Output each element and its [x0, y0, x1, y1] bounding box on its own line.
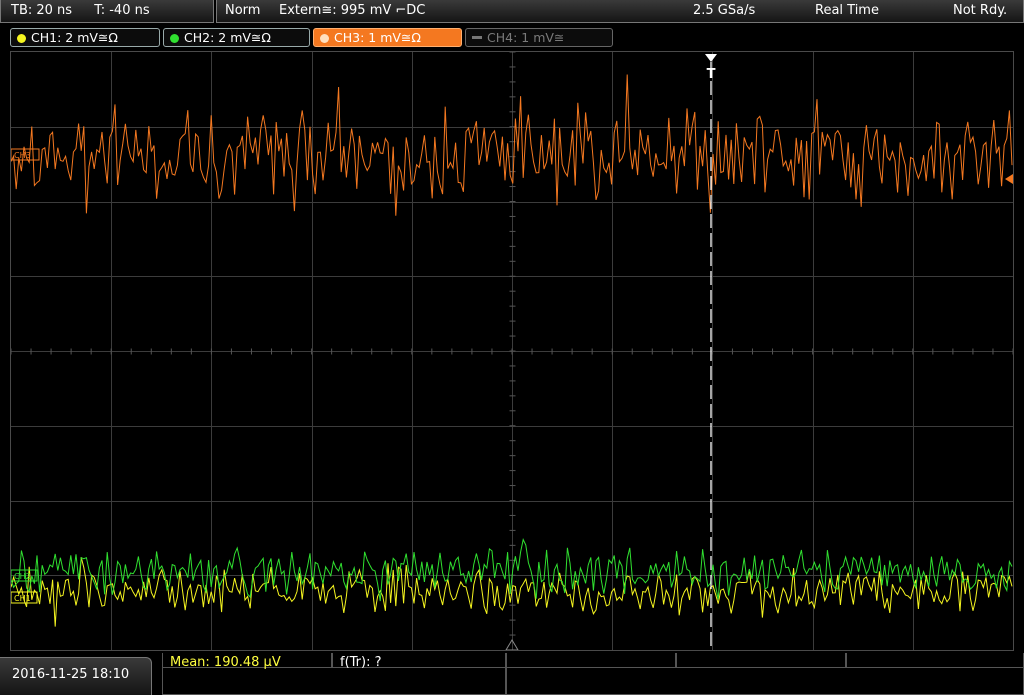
trigger-arrow-icon[interactable]: [705, 54, 717, 62]
trigger-offset-value: T: -40 ns: [94, 3, 150, 18]
channel-3-marker-label: CH3: [14, 151, 31, 160]
measurement-panel[interactable]: Mean: 190.48 µV f(Tr): ?: [162, 653, 1024, 695]
date-time: 2016-11-25 18:10: [0, 657, 152, 695]
waveform-canvas: T CH3 CH2 CH1: [11, 52, 1013, 650]
channel-4-button[interactable]: CH4: 1 mV≅: [465, 28, 613, 47]
status-bar: TB: 20 ns T: -40 ns Norm Extern≅: 995 mV…: [0, 0, 1024, 24]
mean-measurement: Mean: 190.48 µV: [170, 655, 281, 670]
channel-3-label: CH3: 1 mV≅Ω: [334, 30, 421, 45]
timebase-panel[interactable]: TB: 20 ns T: -40 ns: [0, 0, 214, 23]
waveform-display[interactable]: T CH3 CH2 CH1: [10, 51, 1014, 651]
trigger-source: Extern≅: 995 mV ⌐DC: [279, 3, 426, 18]
channel-2-label: CH2: 2 mV≅Ω: [184, 30, 271, 45]
channel-1-label: CH1: 2 mV≅Ω: [31, 30, 118, 45]
channel-2-button[interactable]: CH2: 2 mV≅Ω: [163, 28, 310, 47]
trigger-frequency-measurement: f(Tr): ?: [340, 655, 382, 670]
trigger-mode: Norm: [225, 3, 261, 18]
sample-rate: 2.5 GSa/s: [693, 3, 756, 18]
channel-1-dot-icon: [17, 34, 26, 43]
channel-3-waveform: [11, 74, 1013, 216]
channel-4-label: CH4: 1 mV≅: [487, 30, 565, 45]
channel-3-ground-marker[interactable]: CH3: [11, 148, 40, 161]
trigger-panel[interactable]: Norm Extern≅: 995 mV ⌐DC 2.5 GSa/s Real …: [216, 0, 1024, 23]
channel-4-dash-icon: [472, 36, 482, 39]
channel-1-marker-label: CH1: [14, 594, 31, 603]
channel-bar: CH1: 2 mV≅Ω CH2: 2 mV≅Ω CH3: 1 mV≅Ω CH4:…: [0, 26, 1024, 49]
trigger-marker: T: [707, 67, 716, 82]
channel-1-waveform: [11, 557, 1013, 627]
acquisition-status: Not Rdy.: [953, 3, 1008, 18]
channel-1-button[interactable]: CH1: 2 mV≅Ω: [10, 28, 160, 47]
channel-2-dot-icon: [170, 34, 179, 43]
acquisition-mode: Real Time: [815, 3, 879, 18]
channel-3-dot-icon: [320, 34, 329, 43]
bottom-bar: 2016-11-25 18:10 Mean: 190.48 µV f(Tr): …: [0, 653, 1024, 695]
trigger-level-icon[interactable]: [1005, 174, 1013, 184]
channel-2-marker-label: CH2: [14, 572, 31, 581]
timebase-value: TB: 20 ns: [11, 3, 73, 18]
channel-3-button[interactable]: CH3: 1 mV≅Ω: [313, 28, 462, 47]
